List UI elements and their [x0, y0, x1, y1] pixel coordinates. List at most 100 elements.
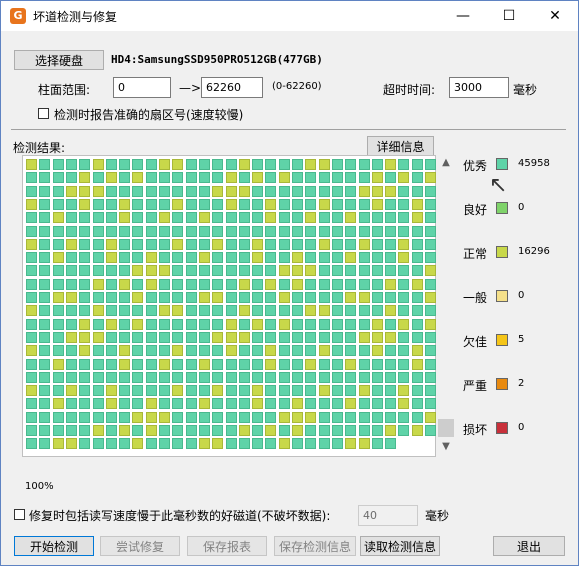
legend-swatch: [496, 246, 508, 258]
sector-cell: [39, 438, 51, 450]
sector-cell: [39, 345, 51, 357]
sector-cell: [52, 212, 64, 224]
sector-cell: [345, 398, 357, 410]
sector-cell: [385, 411, 397, 423]
sector-cell: [52, 371, 64, 383]
sector-cell: [305, 331, 317, 343]
sector-cell: [318, 331, 330, 343]
sector-cell: [132, 265, 144, 277]
sector-cell: [278, 185, 290, 197]
sector-cell: [371, 331, 383, 343]
sector-cell: [398, 265, 410, 277]
start-detect-button[interactable]: 开始检测: [14, 536, 94, 556]
minimize-button[interactable]: —: [440, 1, 486, 31]
scroll-down-icon[interactable]: ▼: [438, 439, 454, 455]
sector-cell: [371, 425, 383, 436]
sector-cell: [225, 278, 237, 290]
sector-cell: [132, 425, 144, 436]
save-info-button[interactable]: 保存检测信息: [274, 536, 356, 556]
sector-cell: [172, 425, 184, 436]
sector-cell: [345, 438, 357, 450]
sector-cell: [105, 385, 117, 397]
progress-percent: 100%: [25, 481, 54, 492]
sector-cell: [185, 252, 197, 264]
sector-cell: [92, 265, 104, 277]
sector-cell: [225, 198, 237, 210]
sector-cell: [92, 385, 104, 397]
legend-swatch: [496, 422, 508, 434]
legend-count: 5: [518, 334, 525, 345]
sector-cell: [105, 305, 117, 317]
sector-cell: [371, 172, 383, 184]
legend-swatch: [496, 290, 508, 302]
range-start-input[interactable]: 0: [113, 77, 171, 98]
sector-cell: [345, 345, 357, 357]
sector-cell: [26, 159, 37, 170]
sector-cell: [318, 265, 330, 277]
sector-cell: [292, 425, 303, 436]
read-info-button[interactable]: 读取检测信息: [360, 536, 440, 556]
sector-cell: [172, 198, 184, 210]
sector-cell: [318, 371, 330, 383]
sector-cell: [358, 212, 370, 224]
sector-cell: [358, 358, 370, 370]
save-report-button[interactable]: 保存报表: [187, 536, 267, 556]
sector-cell: [145, 345, 157, 357]
sector-cell: [398, 212, 410, 224]
sector-cell: [305, 159, 317, 170]
sector-cell: [119, 425, 131, 436]
sector-cell: [345, 185, 357, 197]
repair-slow-checkbox[interactable]: [14, 509, 25, 520]
sector-cell: [265, 198, 277, 210]
sector-cell: [105, 358, 117, 370]
sector-cell: [92, 292, 104, 303]
sector-cell: [385, 278, 397, 290]
sector-cell: [159, 238, 170, 250]
sector-cell: [358, 252, 370, 264]
close-button[interactable]: ✕: [532, 1, 578, 31]
maximize-button[interactable]: ☐: [486, 1, 532, 31]
grid-scrollbar[interactable]: ▲ ▼: [438, 155, 454, 455]
sector-cell: [132, 345, 144, 357]
sector-cell: [398, 318, 410, 330]
sector-cell: [265, 305, 277, 317]
sector-cell: [225, 411, 237, 423]
sector-cell: [411, 425, 423, 436]
sector-cell: [252, 185, 264, 197]
repair-ms-input[interactable]: 40: [358, 505, 418, 526]
sector-cell: [198, 278, 210, 290]
sector-cell: [265, 358, 277, 370]
report-sector-label: 检测时报告准确的扇区号(速度较慢): [54, 108, 244, 122]
report-sector-checkbox[interactable]: [38, 108, 49, 119]
timeout-input[interactable]: 3000: [449, 77, 509, 98]
sector-cell: [331, 345, 343, 357]
sector-cell: [79, 185, 91, 197]
sector-cell: [172, 265, 184, 277]
sector-cell: [331, 292, 343, 303]
sector-cell: [212, 225, 224, 237]
sector-cell: [238, 252, 250, 264]
sector-cell: [292, 358, 303, 370]
sector-cell: [345, 318, 357, 330]
scroll-thumb[interactable]: [438, 419, 454, 437]
sector-cell: [132, 172, 144, 184]
repair-ms-unit: 毫秒: [425, 509, 450, 523]
sector-cell: [159, 345, 170, 357]
range-end-input[interactable]: 62260: [201, 77, 263, 98]
scroll-up-icon[interactable]: ▲: [438, 155, 454, 171]
sector-cell: [411, 398, 423, 410]
sector-cell: [425, 225, 436, 237]
select-disk-button[interactable]: 选择硬盘: [14, 50, 104, 70]
sector-cell: [371, 292, 383, 303]
sector-cell: [318, 305, 330, 317]
try-repair-button[interactable]: 尝试修复: [100, 536, 180, 556]
sector-cell: [252, 305, 264, 317]
exit-button[interactable]: 退出: [493, 536, 565, 556]
sector-cell: [358, 292, 370, 303]
detail-info-button[interactable]: 详细信息: [367, 136, 434, 156]
sector-cell: [26, 225, 37, 237]
sector-cell: [39, 411, 51, 423]
sector-cell: [185, 238, 197, 250]
sector-cell: [26, 265, 37, 277]
sector-cell: [26, 252, 37, 264]
